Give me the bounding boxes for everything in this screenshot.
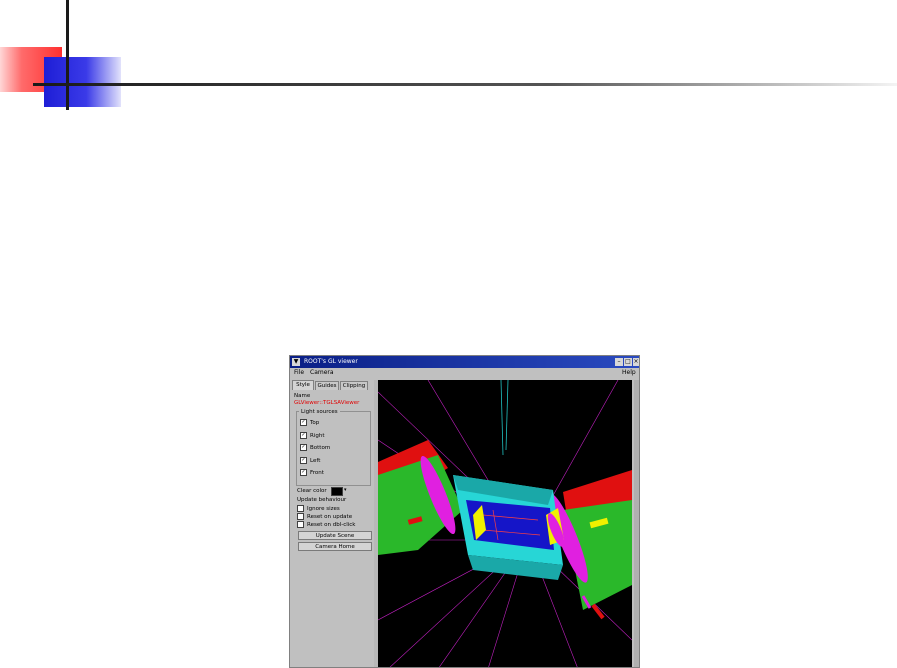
close-icon[interactable]: × — [633, 358, 639, 366]
minimize-icon[interactable]: – — [615, 358, 623, 366]
ignore-sizes-label: Ignore sizes — [307, 506, 340, 512]
detector-render — [378, 380, 632, 667]
menu-camera[interactable]: Camera — [310, 368, 334, 378]
maximize-icon[interactable]: □ — [624, 358, 632, 366]
light-front-checkbox[interactable]: ✓ Front — [300, 469, 324, 476]
slide-blue-block — [44, 57, 121, 107]
slide-horizontal-rule — [33, 83, 897, 86]
checkbox-checked-icon: ✓ — [300, 419, 307, 426]
tab-clipping[interactable]: Clipping — [340, 381, 368, 390]
window-title: ROOT's GL viewer — [304, 358, 358, 365]
viewport-scrollbar[interactable] — [634, 380, 639, 667]
checkbox-unchecked-icon — [297, 513, 304, 520]
clear-color-label: Clear color — [297, 488, 327, 494]
name-label: Name — [294, 393, 311, 399]
checkbox-unchecked-icon — [297, 521, 304, 528]
ignore-sizes-checkbox[interactable]: Ignore sizes — [297, 505, 340, 512]
light-bottom-checkbox[interactable]: ✓ Bottom — [300, 444, 330, 451]
tab-style[interactable]: Style — [292, 380, 314, 390]
name-value: GLViewer::TGLSAViewer — [294, 400, 360, 406]
menu-file[interactable]: File — [294, 368, 304, 378]
update-scene-button[interactable]: Update Scene — [298, 531, 372, 540]
light-sources-title: Light sources — [299, 409, 340, 415]
light-top-label: Top — [310, 420, 320, 426]
light-front-label: Front — [310, 470, 324, 476]
clear-color-swatch[interactable] — [331, 487, 343, 496]
light-left-checkbox[interactable]: ✓ Left — [300, 457, 320, 464]
reset-on-dblclick-checkbox[interactable]: Reset on dbl-click — [297, 521, 356, 528]
window-titlebar: ▼ ROOT's GL viewer – □ × — [290, 356, 639, 368]
checkbox-unchecked-icon — [297, 505, 304, 512]
style-panel: Style Guides Clipping Name GLViewer::TGL… — [292, 380, 374, 667]
menu-bar: File Camera Help — [290, 368, 639, 378]
update-behaviour-title: Update behaviour — [297, 497, 347, 503]
light-top-checkbox[interactable]: ✓ Top — [300, 419, 319, 426]
reset-on-update-checkbox[interactable]: Reset on update — [297, 513, 352, 520]
panel-tabs: Style Guides Clipping — [292, 380, 374, 390]
window-menu-icon[interactable]: ▼ — [292, 358, 300, 366]
camera-home-button[interactable]: Camera Home — [298, 542, 372, 551]
light-right-label: Right — [310, 433, 325, 439]
checkbox-checked-icon: ✓ — [300, 432, 307, 439]
reset-on-update-label: Reset on update — [307, 514, 353, 520]
gl-viewer-window: ▼ ROOT's GL viewer – □ × File Camera Hel… — [289, 355, 640, 668]
tab-guides[interactable]: Guides — [315, 381, 339, 390]
light-bottom-label: Bottom — [310, 445, 331, 451]
light-right-checkbox[interactable]: ✓ Right — [300, 432, 324, 439]
chevron-down-icon[interactable]: ▾ — [344, 487, 347, 493]
light-left-label: Left — [310, 458, 321, 464]
gl-viewport[interactable] — [378, 380, 632, 667]
slide-vertical-rule — [66, 0, 69, 110]
checkbox-checked-icon: ✓ — [300, 469, 307, 476]
checkbox-checked-icon: ✓ — [300, 444, 307, 451]
reset-on-dblclick-label: Reset on dbl-click — [307, 522, 356, 528]
checkbox-checked-icon: ✓ — [300, 457, 307, 464]
menu-help[interactable]: Help — [622, 368, 636, 378]
